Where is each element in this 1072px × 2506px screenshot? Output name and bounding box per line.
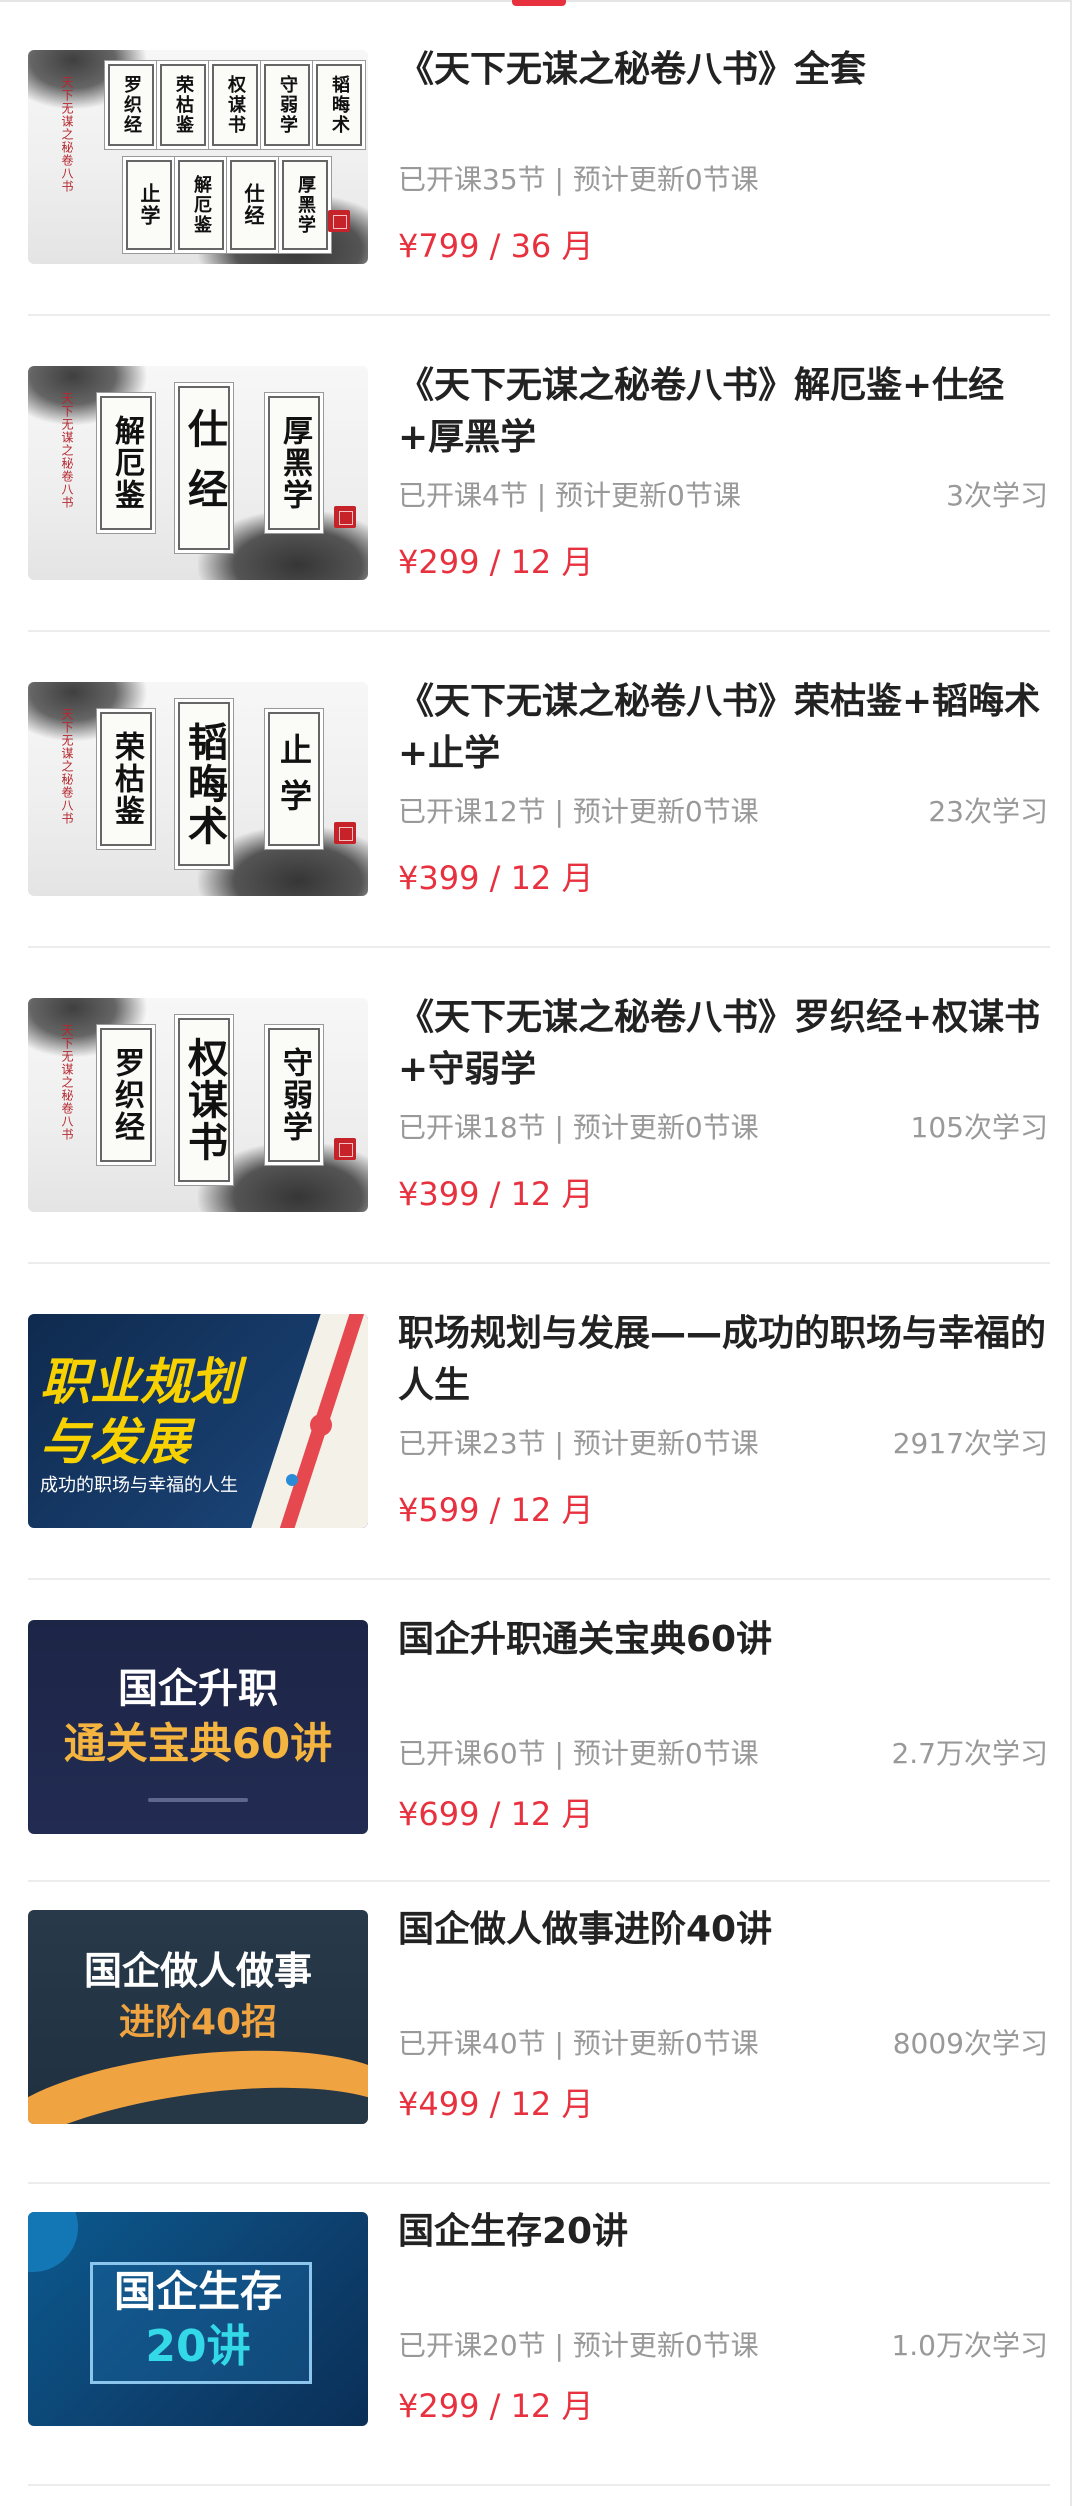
course-price: ¥299 / 12 月 bbox=[398, 543, 594, 581]
learner-count: 105次学习 bbox=[910, 1111, 1048, 1144]
course-meta: 已开课40节 | 预计更新0节课 8009次学习 bbox=[398, 2024, 1048, 2064]
course-price: ¥299 / 12 月 bbox=[398, 2387, 594, 2425]
course-title[interactable]: 国企生存20讲 bbox=[398, 2206, 1048, 2258]
thumbnail-headline: 通关宝典60讲 bbox=[63, 1719, 333, 1768]
thumbnail-headline: 20讲 bbox=[145, 2321, 251, 2372]
course-item[interactable]: 国企生存 20讲 国企生存20讲 已开课20节 | 预计更新0节课 1.0万次学… bbox=[0, 2184, 1072, 2486]
course-item[interactable]: 天下无谋之秘卷八书 罗织经 荣枯鉴 权谋书 守弱学 韬晦术 止学 解厄鉴 仕经 … bbox=[0, 0, 1072, 316]
lesson-count: 已开课23节 | 预计更新0节课 bbox=[398, 1427, 759, 1460]
scroll-label: 厚黑学 bbox=[268, 396, 320, 530]
scroll-label: 韬晦术 bbox=[316, 64, 362, 146]
lesson-count: 已开课18节 | 预计更新0节课 bbox=[398, 1111, 759, 1144]
thumbnail-headline: 职业规划 bbox=[40, 1353, 240, 1411]
course-meta: 已开课20节 | 预计更新0节课 1.0万次学习 bbox=[398, 2326, 1048, 2366]
course-title[interactable]: 《天下无谋之秘卷八书》解厄鉴+仕经+厚黑学 bbox=[398, 360, 1048, 464]
lesson-count: 已开课60节 | 预计更新0节课 bbox=[398, 1737, 759, 1770]
learner-count: 2.7万次学习 bbox=[891, 1737, 1048, 1770]
lesson-count: 已开课35节 | 预计更新0节课 bbox=[398, 163, 759, 196]
thumbnail-footer-line bbox=[148, 1798, 248, 1802]
thumbnail-side-title: 天下无谋之秘卷八书 bbox=[60, 76, 74, 193]
course-thumbnail[interactable]: 国企做人做事 进阶40招 bbox=[28, 1910, 368, 2124]
learner-count: 3次学习 bbox=[946, 479, 1048, 512]
scroll-label: 权谋书 bbox=[212, 64, 258, 146]
scroll-label: 解厄鉴 bbox=[178, 160, 224, 250]
course-item[interactable]: 天下无谋之秘卷八书 荣枯鉴 韬晦术 止学 《天下无谋之秘卷八书》荣枯鉴+韬晦术+… bbox=[0, 632, 1072, 948]
learner-count: 2917次学习 bbox=[892, 1427, 1048, 1460]
course-price: ¥399 / 12 月 bbox=[398, 1175, 594, 1213]
scroll-label: 罗织经 bbox=[100, 1028, 152, 1162]
scroll-label: 仕经 bbox=[230, 160, 276, 250]
lesson-count: 已开课20节 | 预计更新0节课 bbox=[398, 2329, 759, 2362]
scroll-label: 厚黑学 bbox=[282, 160, 328, 250]
course-price: ¥499 / 12 月 bbox=[398, 2085, 594, 2123]
course-title[interactable]: 国企升职通关宝典60讲 bbox=[398, 1614, 1048, 1666]
course-title[interactable]: 《天下无谋之秘卷八书》荣枯鉴+韬晦术+止学 bbox=[398, 676, 1048, 780]
lesson-count: 已开课12节 | 预计更新0节课 bbox=[398, 795, 759, 828]
scroll-label: 权谋书 bbox=[178, 1018, 230, 1182]
thumbnail-headline: 国企生存 bbox=[113, 2267, 282, 2316]
thumbnail-side-title: 天下无谋之秘卷八书 bbox=[60, 1024, 74, 1141]
course-title[interactable]: 国企做人做事进阶40讲 bbox=[398, 1904, 1048, 1956]
course-item[interactable]: 国企做人做事 进阶40招 国企做人做事进阶40讲 已开课40节 | 预计更新0节… bbox=[0, 1882, 1072, 2184]
course-meta: 已开课4节 | 预计更新0节课 3次学习 bbox=[398, 476, 1048, 516]
course-item[interactable]: 国企升职 通关宝典60讲 国企升职通关宝典60讲 已开课60节 | 预计更新0节… bbox=[0, 1580, 1072, 1882]
scroll-label: 仕经 bbox=[178, 386, 230, 550]
thumbnail-side-title: 天下无谋之秘卷八书 bbox=[60, 392, 74, 509]
course-title[interactable]: 《天下无谋之秘卷八书》罗织经+权谋书+守弱学 bbox=[398, 992, 1048, 1096]
scroll-label: 荣枯鉴 bbox=[100, 712, 152, 846]
scroll-label: 韬晦术 bbox=[178, 702, 230, 866]
accent-dot bbox=[286, 1474, 298, 1486]
seal-stamp bbox=[328, 210, 350, 232]
scroll-label: 止学 bbox=[268, 712, 320, 846]
course-meta: 已开课35节 | 预计更新0节课 bbox=[398, 160, 1048, 200]
course-thumbnail[interactable]: 天下无谋之秘卷八书 荣枯鉴 韬晦术 止学 bbox=[28, 682, 368, 896]
thumbnail-headline: 进阶40招 bbox=[118, 2002, 278, 2043]
course-item[interactable]: 天下无谋之秘卷八书 罗织经 权谋书 守弱学 《天下无谋之秘卷八书》罗织经+权谋书… bbox=[0, 948, 1072, 1264]
course-price: ¥699 / 12 月 bbox=[398, 1795, 594, 1833]
scroll-label: 止学 bbox=[126, 160, 172, 250]
lesson-count: 已开课40节 | 预计更新0节课 bbox=[398, 2027, 759, 2060]
course-meta: 已开课60节 | 预计更新0节课 2.7万次学习 bbox=[398, 1734, 1048, 1774]
divider bbox=[28, 2484, 1050, 2486]
course-item[interactable]: 天下无谋之秘卷八书 解厄鉴 仕经 厚黑学 《天下无谋之秘卷八书》解厄鉴+仕经+厚… bbox=[0, 316, 1072, 632]
course-thumbnail[interactable]: 天下无谋之秘卷八书 解厄鉴 仕经 厚黑学 bbox=[28, 366, 368, 580]
scroll-label: 罗织经 bbox=[108, 64, 154, 146]
learner-count: 8009次学习 bbox=[892, 2027, 1048, 2060]
learner-count: 1.0万次学习 bbox=[891, 2329, 1048, 2362]
scroll-label: 守弱学 bbox=[268, 1028, 320, 1162]
thumbnail-headline: 国企做人做事 bbox=[83, 1949, 312, 1993]
course-price: ¥399 / 12 月 bbox=[398, 859, 594, 897]
ring-decoration bbox=[28, 2212, 78, 2272]
course-meta: 已开课23节 | 预计更新0节课 2917次学习 bbox=[398, 1424, 1048, 1464]
thumbnail-headline: 国企升职 bbox=[118, 1666, 278, 1712]
course-price: ¥799 / 36 月 bbox=[398, 227, 594, 265]
course-meta: 已开课18节 | 预计更新0节课 105次学习 bbox=[398, 1108, 1048, 1148]
seal-stamp bbox=[334, 1138, 356, 1160]
thumbnail-side-title: 天下无谋之秘卷八书 bbox=[60, 708, 74, 825]
course-thumbnail[interactable]: 天下无谋之秘卷八书 罗织经 荣枯鉴 权谋书 守弱学 韬晦术 止学 解厄鉴 仕经 … bbox=[28, 50, 368, 264]
course-item[interactable]: 职业规划 与发展 成功的职场与幸福的人生 职场规划与发展——成功的职场与幸福的人… bbox=[0, 1264, 1072, 1580]
course-thumbnail[interactable]: 职业规划 与发展 成功的职场与幸福的人生 bbox=[28, 1314, 368, 1528]
scroll-label: 守弱学 bbox=[264, 64, 310, 146]
course-title[interactable]: 职场规划与发展——成功的职场与幸福的人生 bbox=[398, 1308, 1048, 1412]
seal-stamp bbox=[334, 506, 356, 528]
scroll-label: 解厄鉴 bbox=[100, 396, 152, 530]
course-thumbnail[interactable]: 天下无谋之秘卷八书 罗织经 权谋书 守弱学 bbox=[28, 998, 368, 1212]
seal-stamp bbox=[334, 822, 356, 844]
course-thumbnail[interactable]: 国企生存 20讲 bbox=[28, 2212, 368, 2426]
scroll-label: 荣枯鉴 bbox=[160, 64, 206, 146]
course-title[interactable]: 《天下无谋之秘卷八书》全套 bbox=[398, 44, 1048, 96]
course-meta: 已开课12节 | 预计更新0节课 23次学习 bbox=[398, 792, 1048, 832]
accent-dot bbox=[310, 1414, 332, 1436]
thumbnail-headline: 与发展 bbox=[40, 1413, 190, 1471]
course-thumbnail[interactable]: 国企升职 通关宝典60讲 bbox=[28, 1620, 368, 1834]
thumbnail-subtitle: 成功的职场与幸福的人生 bbox=[40, 1475, 238, 1496]
lesson-count: 已开课4节 | 预计更新0节课 bbox=[398, 479, 741, 512]
learner-count: 23次学习 bbox=[928, 795, 1048, 828]
course-price: ¥599 / 12 月 bbox=[398, 1491, 594, 1529]
